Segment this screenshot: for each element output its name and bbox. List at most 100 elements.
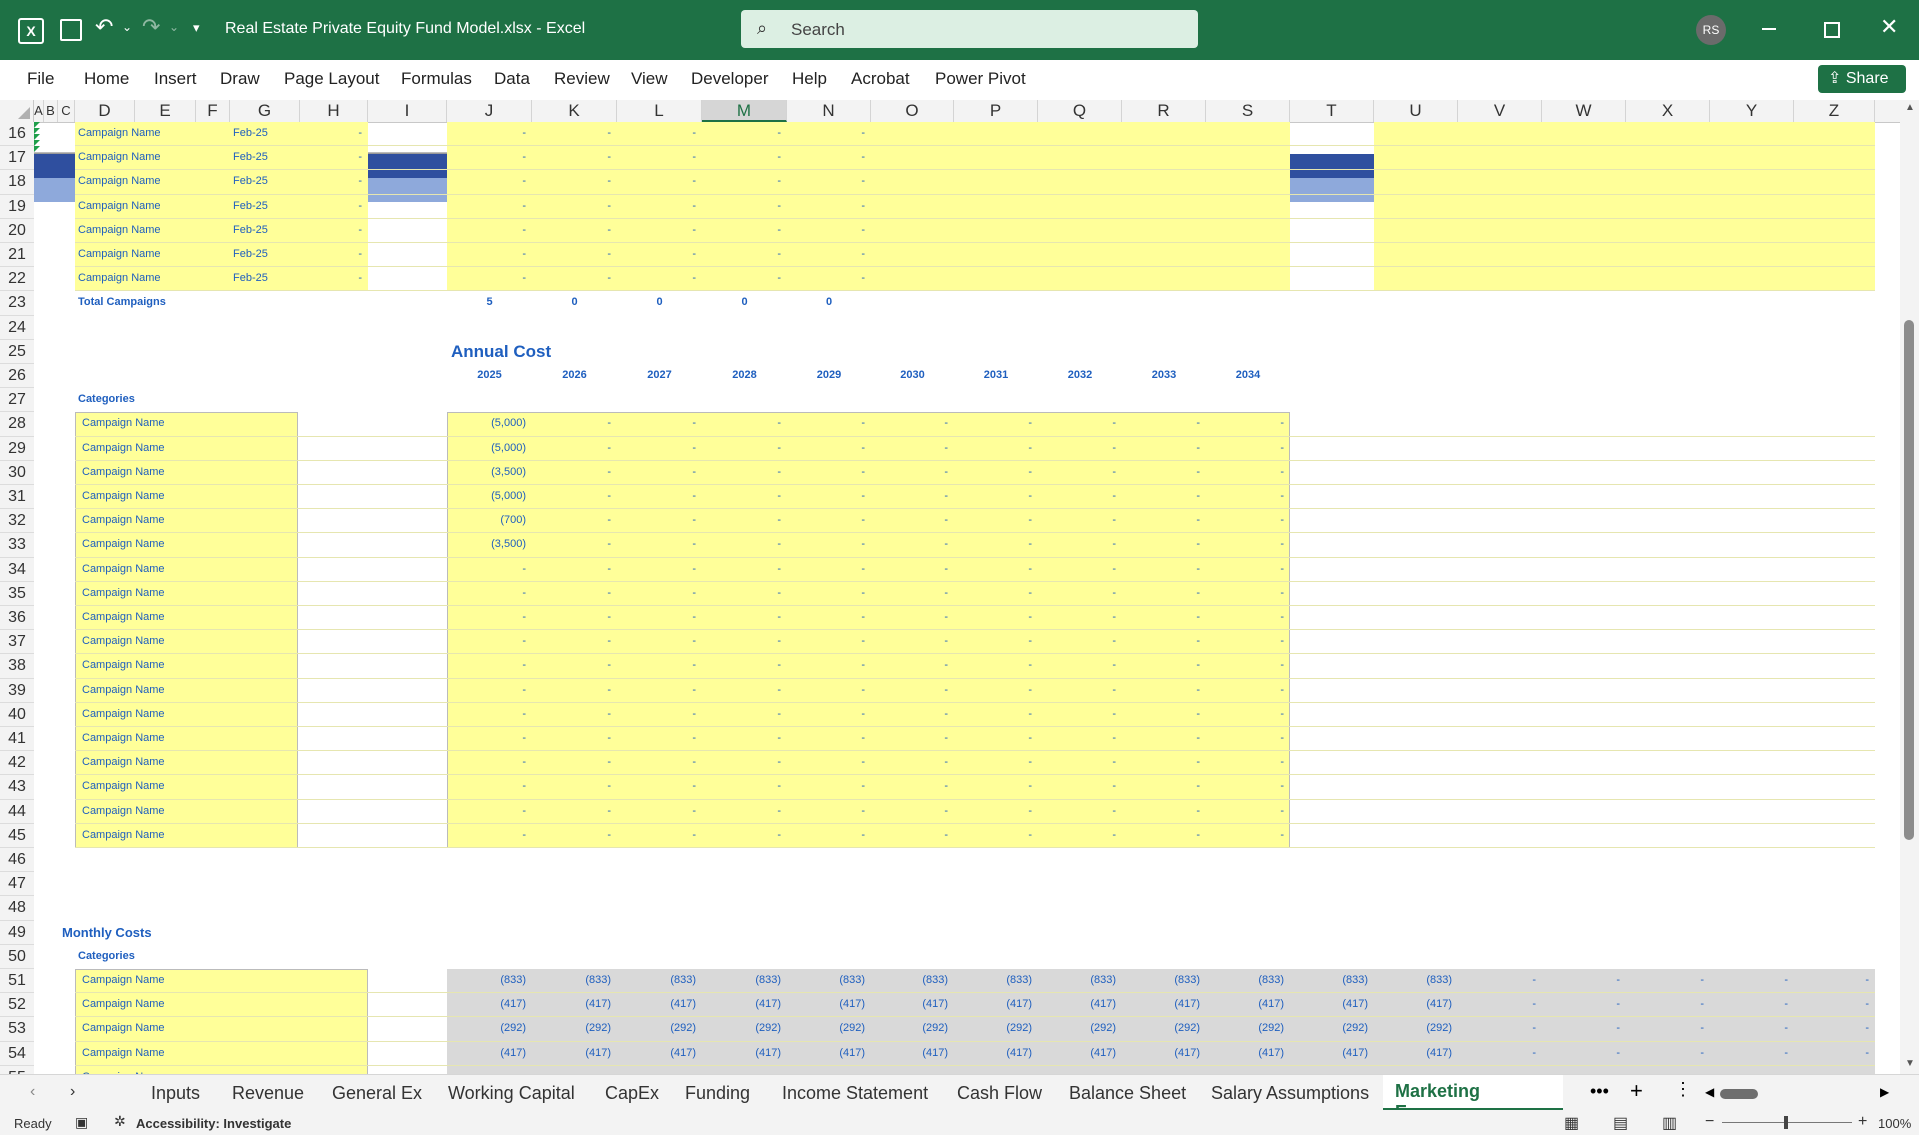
share-button[interactable]: ⇪ Share ⌄	[1818, 65, 1906, 115]
column-header-v[interactable]: V	[1458, 100, 1542, 122]
row-header-16[interactable]: 16	[0, 122, 34, 147]
column-header-y[interactable]: Y	[1710, 100, 1794, 122]
row-header-18[interactable]: 18	[0, 170, 34, 195]
row-header-43[interactable]: 43	[0, 775, 34, 800]
sheet-tab-inputs[interactable]: Inputs	[151, 1083, 200, 1104]
sheet-tab-general-ex[interactable]: General Ex	[332, 1083, 422, 1104]
row-header-25[interactable]: 25	[0, 339, 34, 364]
row-header-20[interactable]: 20	[0, 218, 34, 243]
horizontal-scroll-thumb[interactable]	[1720, 1089, 1758, 1099]
row-header-53[interactable]: 53	[0, 1017, 34, 1042]
zoom-out-icon[interactable]: −	[1705, 1113, 1714, 1131]
sheet-tab-salary-assumptions[interactable]: Salary Assumptions	[1211, 1083, 1369, 1104]
hscroll-right-icon[interactable]: ▶	[1880, 1085, 1889, 1099]
sheet-tab-balance-sheet[interactable]: Balance Sheet	[1069, 1083, 1186, 1104]
column-header-u[interactable]: U	[1374, 100, 1458, 122]
row-header-48[interactable]: 48	[0, 896, 34, 921]
zoom-slider-thumb[interactable]	[1784, 1116, 1788, 1129]
row-header-17[interactable]: 17	[0, 146, 34, 171]
tab-file[interactable]: File	[27, 69, 54, 89]
column-header-o[interactable]: O	[871, 100, 954, 122]
sheet-tab-working-capital[interactable]: Working Capital	[448, 1083, 575, 1104]
search-box[interactable]: ⌕ Search	[741, 10, 1198, 48]
page-break-view-icon[interactable]: ▥	[1662, 1113, 1677, 1133]
row-header-30[interactable]: 30	[0, 460, 34, 485]
column-header-e[interactable]: E	[135, 100, 196, 122]
column-header-j[interactable]: J	[447, 100, 532, 122]
column-header-s[interactable]: S	[1206, 100, 1290, 122]
avatar[interactable]: RS	[1696, 15, 1726, 45]
row-header-19[interactable]: 19	[0, 194, 34, 219]
column-header-l[interactable]: L	[617, 100, 702, 122]
close-icon[interactable]: ✕	[1880, 14, 1898, 40]
sheet-tab-cash-flow[interactable]: Cash Flow	[957, 1083, 1042, 1104]
save-icon[interactable]	[60, 19, 82, 41]
column-header-i[interactable]: I	[368, 100, 447, 122]
sheet-tab-income-statement[interactable]: Income Statement	[782, 1083, 928, 1104]
row-header-34[interactable]: 34	[0, 557, 34, 582]
sheet-tab-funding[interactable]: Funding	[685, 1083, 750, 1104]
row-header-51[interactable]: 51	[0, 969, 34, 994]
row-header-47[interactable]: 47	[0, 872, 34, 897]
column-header-h[interactable]: H	[300, 100, 368, 122]
sheet-options-icon[interactable]: ⋮	[1674, 1079, 1692, 1100]
row-header-45[interactable]: 45	[0, 823, 34, 848]
macro-record-icon[interactable]: ▣	[75, 1114, 88, 1131]
row-header-22[interactable]: 22	[0, 267, 34, 292]
hscroll-left-icon[interactable]: ◀	[1705, 1085, 1714, 1099]
column-header-n[interactable]: N	[787, 100, 871, 122]
column-header-r[interactable]: R	[1122, 100, 1206, 122]
tab-insert[interactable]: Insert	[154, 69, 197, 89]
column-header-b[interactable]: B	[44, 100, 58, 122]
row-header-52[interactable]: 52	[0, 993, 34, 1018]
row-header-40[interactable]: 40	[0, 702, 34, 727]
undo-dropdown-icon[interactable]: ⌄	[122, 20, 132, 34]
customize-toolbar-icon[interactable]: ▾	[193, 20, 200, 36]
zoom-slider[interactable]	[1722, 1116, 1852, 1129]
column-header-q[interactable]: Q	[1038, 100, 1122, 122]
undo-icon[interactable]: ↶	[95, 14, 113, 40]
row-header-37[interactable]: 37	[0, 630, 34, 655]
row-header-32[interactable]: 32	[0, 509, 34, 534]
row-header-36[interactable]: 36	[0, 606, 34, 631]
row-header-41[interactable]: 41	[0, 727, 34, 752]
tab-formulas[interactable]: Formulas	[401, 69, 472, 89]
prev-sheet-icon[interactable]: ‹	[30, 1083, 35, 1101]
row-header-39[interactable]: 39	[0, 678, 34, 703]
column-header-k[interactable]: K	[532, 100, 617, 122]
tab-view[interactable]: View	[631, 69, 668, 89]
row-header-49[interactable]: 49	[0, 920, 34, 945]
tab-review[interactable]: Review	[554, 69, 610, 89]
scroll-thumb[interactable]	[1904, 320, 1914, 840]
column-header-a[interactable]: A	[34, 100, 44, 122]
redo-icon[interactable]: ↷	[142, 14, 160, 40]
column-header-z[interactable]: Z	[1794, 100, 1875, 122]
sheet-tab-capex[interactable]: CapEx	[605, 1083, 659, 1104]
row-header-21[interactable]: 21	[0, 243, 34, 268]
vertical-scrollbar[interactable]: ▲ ▼	[1900, 100, 1919, 1074]
column-header-m[interactable]: M	[702, 100, 787, 122]
row-header-44[interactable]: 44	[0, 799, 34, 824]
page-layout-view-icon[interactable]: ▤	[1613, 1113, 1628, 1133]
tab-data[interactable]: Data	[494, 69, 530, 89]
row-header-26[interactable]: 26	[0, 364, 34, 389]
restore-icon[interactable]	[1824, 22, 1840, 38]
column-header-d[interactable]: D	[75, 100, 135, 122]
row-header-54[interactable]: 54	[0, 1041, 34, 1066]
column-header-x[interactable]: X	[1626, 100, 1710, 122]
accessibility-status[interactable]: Accessibility: Investigate	[136, 1116, 291, 1131]
row-header-46[interactable]: 46	[0, 848, 34, 873]
sheet-tab-marketing-expenses-active[interactable]: Marketing Expenses	[1383, 1075, 1563, 1122]
row-header-24[interactable]: 24	[0, 315, 34, 340]
row-header-31[interactable]: 31	[0, 485, 34, 510]
tab-developer[interactable]: Developer	[691, 69, 769, 89]
column-header-t[interactable]: T	[1290, 100, 1374, 122]
column-header-p[interactable]: P	[954, 100, 1038, 122]
scroll-up-icon[interactable]: ▲	[1905, 102, 1915, 113]
row-header-33[interactable]: 33	[0, 533, 34, 558]
row-header-35[interactable]: 35	[0, 581, 34, 606]
scroll-down-icon[interactable]: ▼	[1905, 1058, 1915, 1069]
tab-help[interactable]: Help	[792, 69, 827, 89]
row-header-38[interactable]: 38	[0, 654, 34, 679]
tab-home[interactable]: Home	[84, 69, 129, 89]
